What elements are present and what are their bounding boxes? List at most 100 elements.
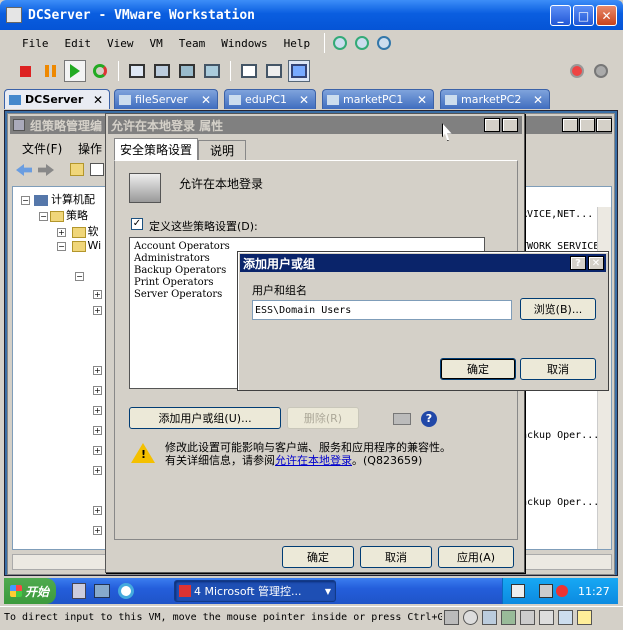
snapshot-manager-icon[interactable] xyxy=(373,32,395,54)
gp-tree-pane[interactable]: − 计算机配 − 策略 + 软 − Wi − + + + + + + + + + … xyxy=(12,186,116,550)
cdrom-icon[interactable] xyxy=(463,610,478,625)
tree-expander-icon[interactable]: + xyxy=(93,303,102,316)
taskbar-mmc-button[interactable]: 4 Microsoft 管理控... ▼ xyxy=(174,580,336,602)
vm-options-icon[interactable] xyxy=(590,60,612,82)
network-tray-icon[interactable] xyxy=(511,584,525,598)
tree-expander-icon[interactable]: + xyxy=(93,523,102,536)
help-icon[interactable]: ? xyxy=(421,411,437,427)
add-user-close-button[interactable]: ✕ xyxy=(588,256,604,270)
tree-node-policies[interactable]: − 策略 xyxy=(39,207,88,223)
fullscreen-icon[interactable] xyxy=(151,60,173,82)
tree-expander-icon[interactable]: + xyxy=(93,443,102,456)
tab-fileserver[interactable]: fileServer ✕ xyxy=(114,89,218,109)
gp-menu-file[interactable]: 文件(F) xyxy=(22,140,62,157)
pause-icon[interactable] xyxy=(39,60,61,82)
tree-expander-icon[interactable]: + xyxy=(93,287,102,300)
sidebar-view-icon[interactable] xyxy=(126,60,148,82)
tree-expander-icon[interactable]: + xyxy=(93,503,102,516)
tree-expander-icon[interactable]: − xyxy=(57,241,66,251)
close-tab-icon[interactable]: ✕ xyxy=(533,93,543,107)
usb-icon[interactable] xyxy=(520,610,535,625)
add-user-button[interactable]: 添加用户或组(U)... xyxy=(129,407,281,429)
warning-link[interactable]: 允许在本地登录 xyxy=(275,454,352,467)
menu-help[interactable]: Help xyxy=(284,37,311,50)
gp-back-icon[interactable] xyxy=(16,164,32,176)
guest-screen[interactable]: 组策略管理编 _ □ ✕ 文件(F) 操作 − 计算机配 − 策略 + 软 − W… xyxy=(4,110,618,576)
floppy-icon[interactable] xyxy=(482,610,497,625)
gp-up-folder-icon[interactable] xyxy=(70,163,84,176)
user-group-input[interactable] xyxy=(252,300,512,320)
maximize-button[interactable]: □ xyxy=(573,5,594,26)
tree-expander-icon[interactable]: − xyxy=(75,271,84,281)
minimize-button[interactable]: _ xyxy=(550,5,571,26)
volume-tray-icon[interactable] xyxy=(539,584,553,598)
tab-marketpc1[interactable]: marketPC1 ✕ xyxy=(322,89,434,109)
gp-minimize-button[interactable]: _ xyxy=(562,118,578,132)
stop-icon[interactable] xyxy=(14,60,36,82)
quicklaunch-ie-icon[interactable] xyxy=(118,583,134,599)
quick-switch-icon[interactable] xyxy=(176,60,198,82)
define-checkbox[interactable]: ✓ xyxy=(131,218,143,230)
close-tab-icon[interactable]: ✕ xyxy=(417,93,427,107)
tree-node-windows[interactable]: − Wi xyxy=(57,239,101,252)
quicklaunch-server-manager-icon[interactable] xyxy=(72,583,86,599)
message-log-icon[interactable] xyxy=(577,610,592,625)
gp-show-hide-icon[interactable] xyxy=(90,163,104,176)
add-user-cancel-button[interactable]: 取消 xyxy=(520,358,596,380)
network-adapter-icon[interactable] xyxy=(501,610,516,625)
start-button[interactable]: 开始 xyxy=(4,578,56,604)
close-tab-icon[interactable]: ✕ xyxy=(299,93,309,107)
remove-button[interactable]: 删除(R) xyxy=(287,407,359,429)
summary-view-icon[interactable] xyxy=(263,60,285,82)
browse-button[interactable]: 浏览(B)... xyxy=(520,298,596,320)
speaker-muted-icon[interactable] xyxy=(556,585,568,597)
close-button[interactable]: ✕ xyxy=(596,5,617,26)
gp-maximize-button[interactable]: □ xyxy=(579,118,595,132)
add-user-help-button[interactable]: ? xyxy=(570,256,586,270)
reset-icon[interactable] xyxy=(89,60,111,82)
menu-file[interactable]: File xyxy=(22,37,49,50)
tree-expander-icon[interactable]: + xyxy=(93,463,102,476)
revert-snapshot-icon[interactable] xyxy=(351,32,373,54)
properties-help-button[interactable]: ? xyxy=(484,118,500,132)
tree-expander-icon[interactable]: + xyxy=(93,363,102,376)
ok-button[interactable]: 确定 xyxy=(282,546,354,568)
sound-icon[interactable] xyxy=(539,610,554,625)
tab-security-policy[interactable]: 安全策略设置 xyxy=(114,138,198,160)
display-icon[interactable] xyxy=(558,610,573,625)
tree-node-computer[interactable]: − 计算机配 xyxy=(21,191,95,207)
tree-expander-icon[interactable]: + xyxy=(93,403,102,416)
menu-team[interactable]: Team xyxy=(179,37,206,50)
quicklaunch-desktop-icon[interactable] xyxy=(94,584,110,598)
menu-vm[interactable]: VM xyxy=(150,37,163,50)
close-tab-icon[interactable]: ✕ xyxy=(201,93,211,107)
tree-expander-icon[interactable]: + xyxy=(93,383,102,396)
tab-edupc1[interactable]: eduPC1 ✕ xyxy=(224,89,316,109)
snapshot-icon[interactable] xyxy=(329,32,351,54)
apply-button[interactable]: 应用(A) xyxy=(438,546,514,568)
tree-expander-icon[interactable]: − xyxy=(21,195,30,205)
menu-windows[interactable]: Windows xyxy=(221,37,267,50)
menu-view[interactable]: View xyxy=(107,37,134,50)
close-tab-icon[interactable]: ✕ xyxy=(93,93,103,107)
vm-settings-icon[interactable] xyxy=(566,60,588,82)
tree-expander-icon[interactable]: + xyxy=(57,227,66,237)
properties-close-button[interactable]: ✕ xyxy=(502,118,518,132)
appliance-view-icon[interactable] xyxy=(288,60,310,82)
play-icon[interactable] xyxy=(64,60,86,82)
add-user-ok-button[interactable]: 确定 xyxy=(440,358,516,380)
menu-edit[interactable]: Edit xyxy=(65,37,92,50)
tree-expander-icon[interactable]: + xyxy=(93,423,102,436)
console-view-icon[interactable] xyxy=(238,60,260,82)
unity-icon[interactable] xyxy=(201,60,223,82)
gp-menu-action[interactable]: 操作 xyxy=(78,140,102,157)
tree-node-software[interactable]: + 软 xyxy=(57,223,99,239)
gp-close-button[interactable]: ✕ xyxy=(596,118,612,132)
tab-dcserver[interactable]: DCServer ✕ xyxy=(4,89,110,109)
tree-node-security[interactable]: − xyxy=(75,269,84,282)
tree-expander-icon[interactable]: − xyxy=(39,211,48,221)
tab-marketpc2[interactable]: marketPC2 ✕ xyxy=(440,89,550,109)
gp-forward-icon[interactable] xyxy=(38,164,54,176)
tab-explain[interactable]: 说明 xyxy=(198,140,246,160)
hdd-icon[interactable] xyxy=(444,610,459,625)
